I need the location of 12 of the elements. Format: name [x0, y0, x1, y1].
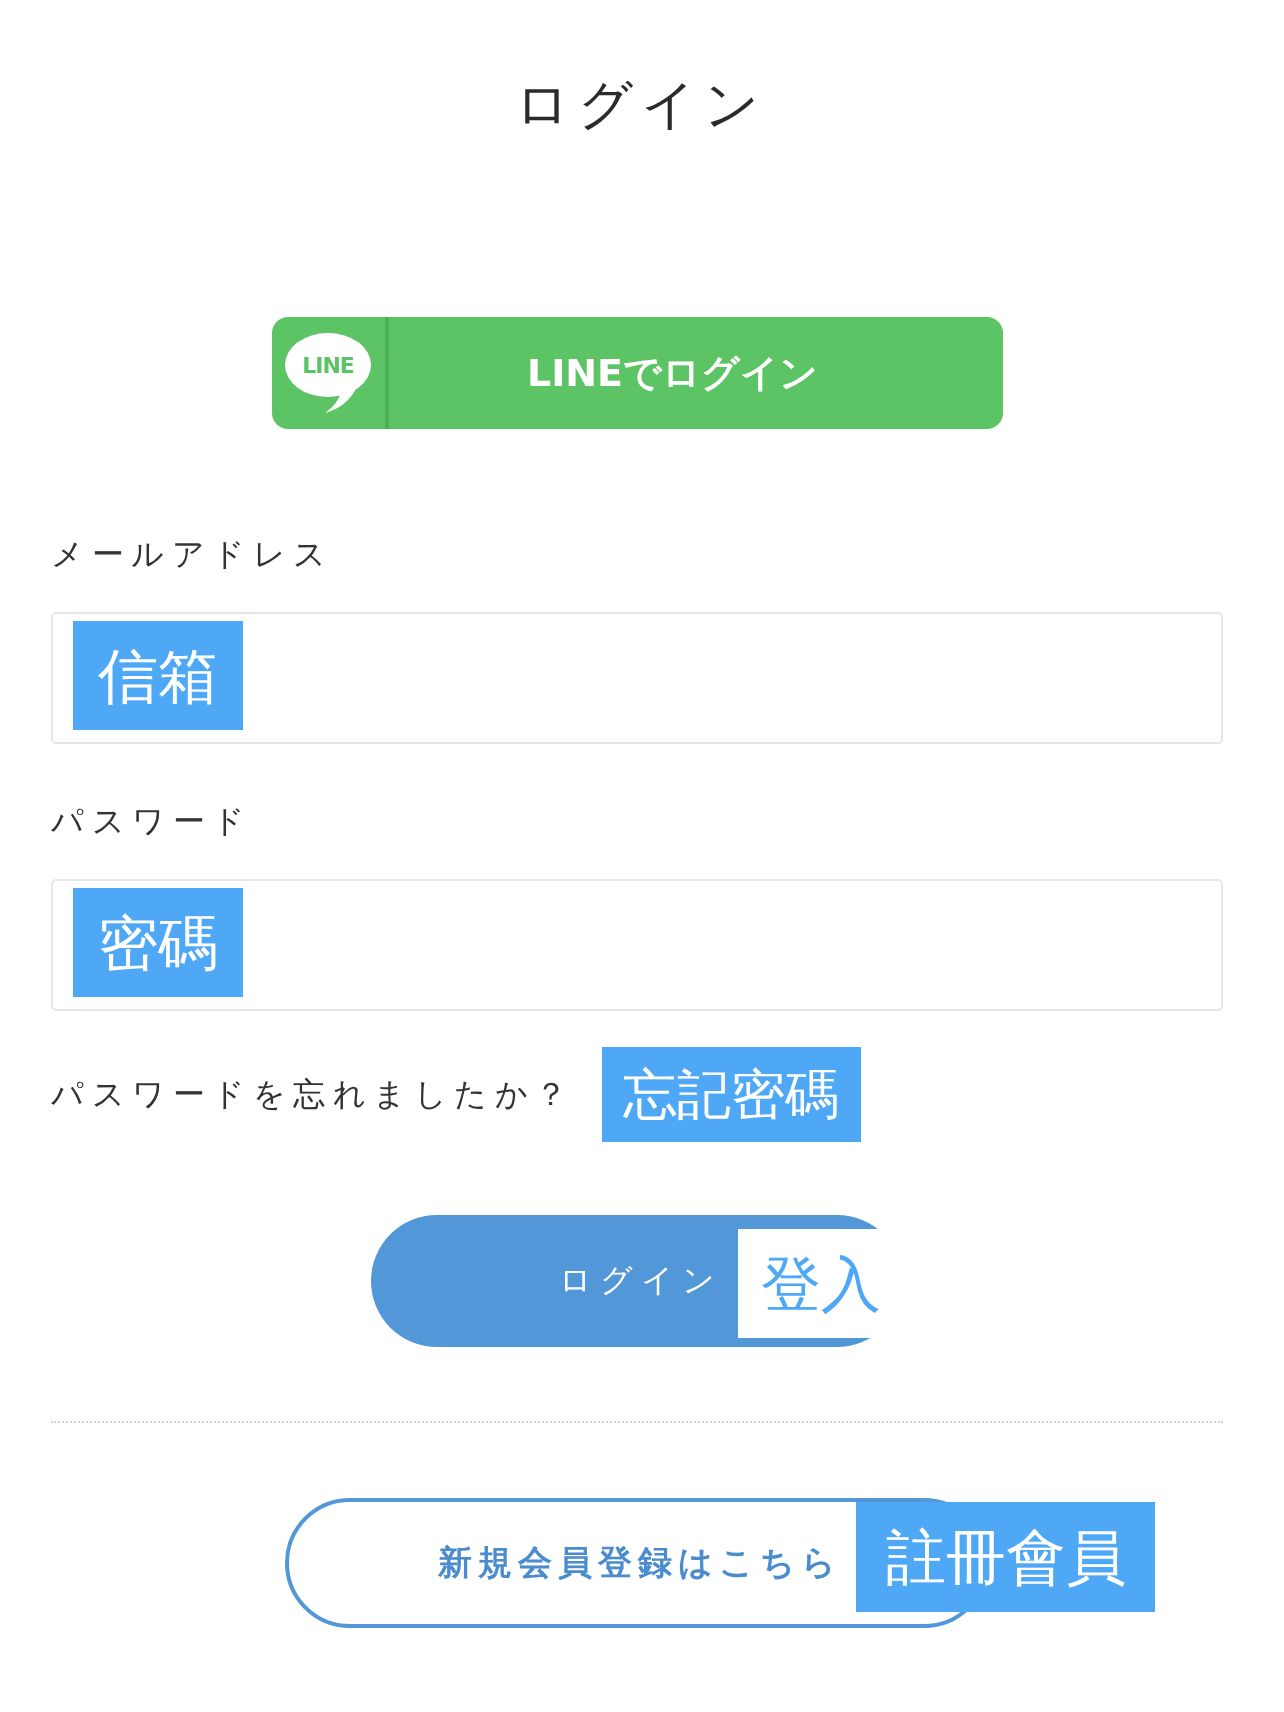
line-login-button[interactable]: LINE LINEでログイン [271, 317, 1003, 429]
annotation-tooltip: 註冊會員 [856, 1502, 1155, 1612]
field-label: パスワード [51, 801, 253, 842]
page-title: ログイン [514, 75, 767, 135]
forgot-password-link[interactable]: パスワードを忘れましたか？ [51, 1072, 575, 1117]
annotation-tooltip: 忘記密碼 [601, 1047, 861, 1142]
annotation-tooltip: 密碼 [73, 888, 243, 997]
annotation-tooltip: 信箱 [73, 621, 243, 730]
email-field[interactable] [51, 612, 1223, 744]
password-field[interactable] [51, 879, 1223, 1011]
annotation-tooltip: 登入 [738, 1229, 903, 1338]
field-label: メールアドレス [51, 534, 334, 575]
